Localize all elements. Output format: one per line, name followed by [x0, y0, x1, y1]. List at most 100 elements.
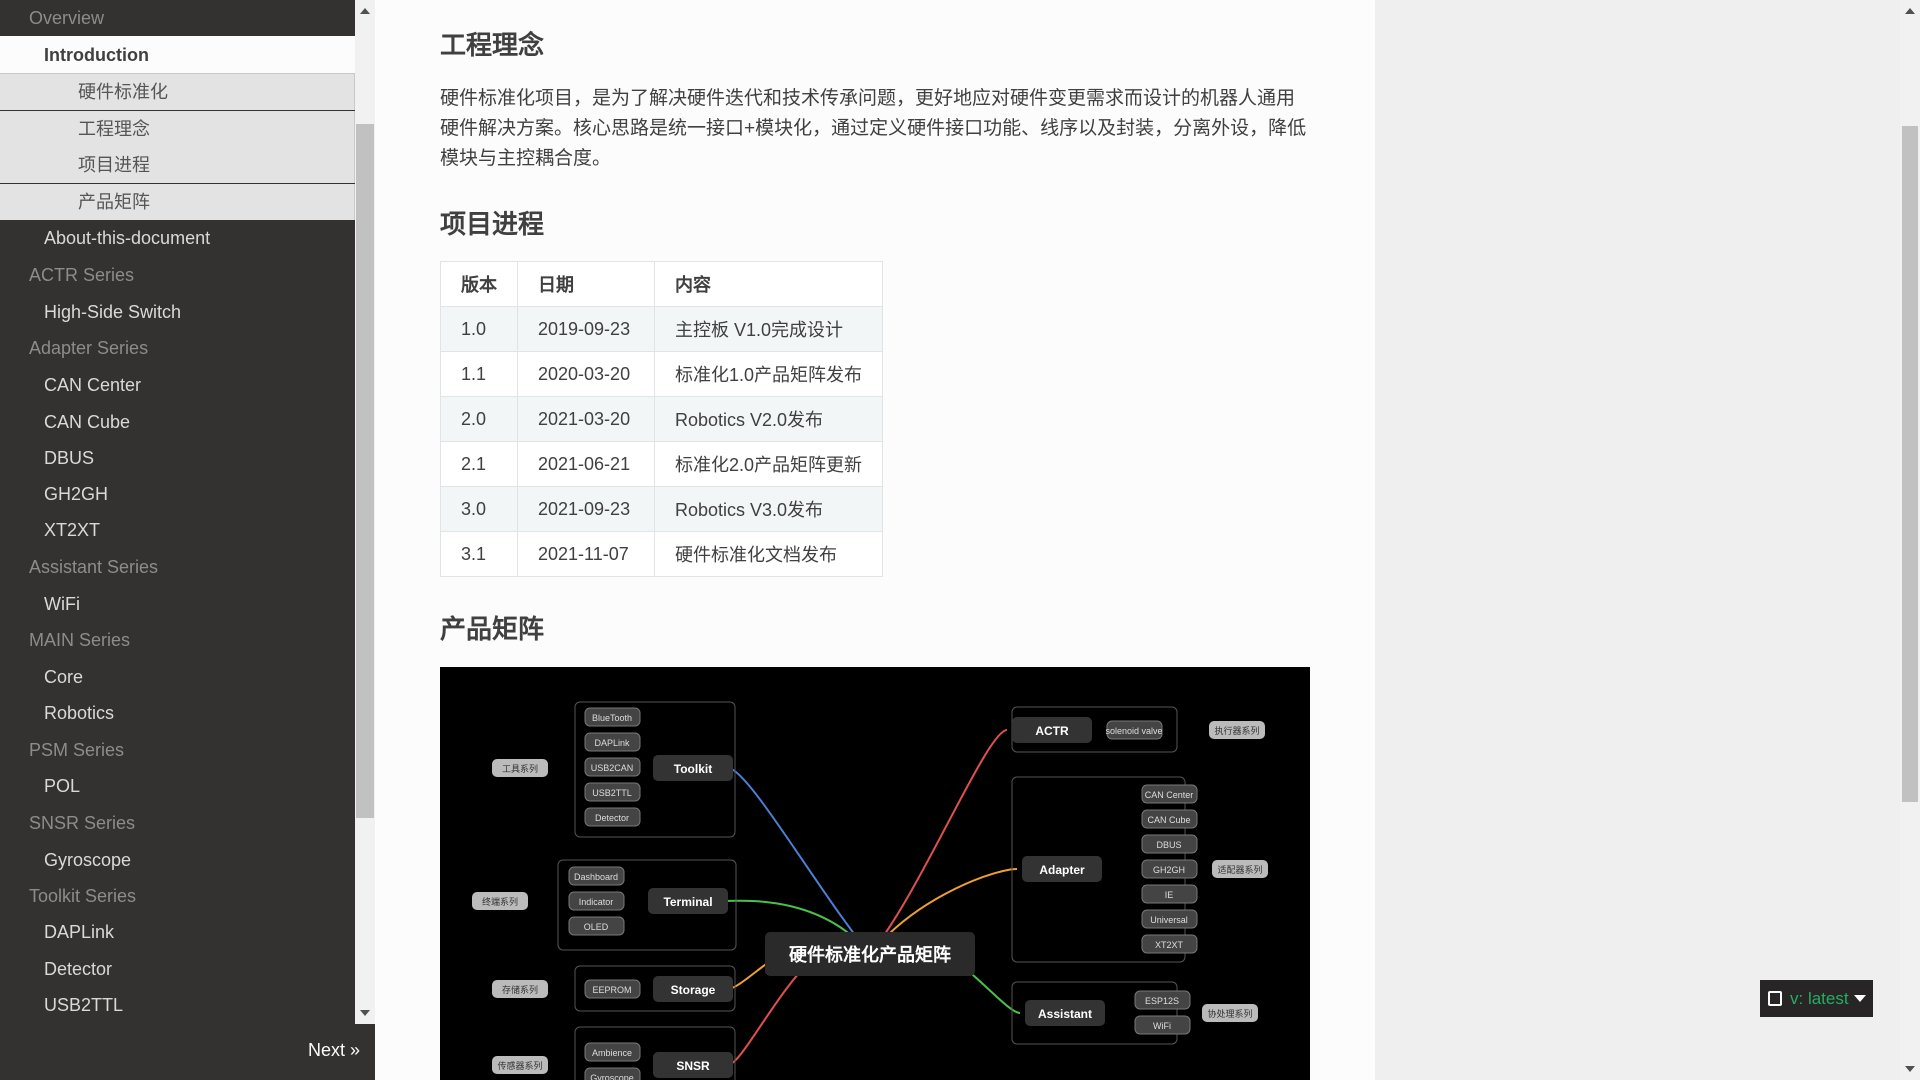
matrix-tag-label: 终端系列: [482, 896, 518, 907]
table-cell: 2.1: [440, 441, 518, 487]
matrix-item-label: BlueTooth: [592, 713, 632, 723]
sidebar-item-robotics[interactable]: Robotics: [0, 695, 355, 731]
table-cell: 2.0: [440, 396, 518, 442]
matrix-hub-label: Storage: [671, 983, 716, 997]
sidebar-item-toolkit-series: Toolkit Series: [29, 886, 137, 906]
matrix-item-label: Universal: [1150, 915, 1188, 925]
sidebar-item-high-side-switch[interactable]: High-Side Switch: [0, 294, 355, 330]
sidebar-item-工程理念[interactable]: 工程理念: [0, 111, 355, 147]
table-cell: 2021-11-07: [517, 531, 655, 577]
version-selector[interactable]: v: latest: [1760, 980, 1873, 1017]
section-title-philosophy: 工程理念: [440, 30, 545, 60]
next-page-link[interactable]: Next »: [308, 1040, 360, 1061]
table-cell: Robotics V2.0发布: [653, 396, 884, 442]
version-label: v: latest: [1790, 989, 1849, 1008]
book-icon: [1768, 991, 1782, 1006]
table-row: 2.1 2021-06-21 标准化2.0产品矩阵更新: [440, 441, 884, 487]
page-scroll-down-arrow[interactable]: [1905, 1066, 1915, 1072]
sidebar-item-xt2xt[interactable]: XT2XT: [0, 512, 355, 548]
sidebar-item-overview: Overview: [29, 8, 105, 28]
table-cell: 2021-06-21: [517, 441, 655, 487]
main-content: 工程理念 硬件标准化项目，是为了解决硬件迭代和技术传承问题，更好地应对硬件变更需…: [375, 0, 1375, 1080]
matrix-hub-label: Assistant: [1038, 1007, 1092, 1021]
sidebar-item-usb2ttl[interactable]: USB2TTL: [0, 987, 355, 1023]
sidebar-item-daplink[interactable]: DAPLink: [0, 914, 355, 950]
sidebar-item-wifi[interactable]: WiFi: [0, 586, 355, 622]
sidebar-item-can-center[interactable]: CAN Center: [0, 367, 355, 403]
sidebar-scroll-down-arrow[interactable]: [360, 1010, 370, 1016]
matrix-tag-label: 存储系列: [502, 984, 538, 995]
matrix-item-label: DAPLink: [594, 738, 630, 748]
table-row: 1.1 2020-03-20 标准化1.0产品矩阵发布: [440, 351, 884, 397]
table-header-version: 版本: [440, 261, 518, 307]
matrix-branch-actr: [869, 729, 1008, 955]
matrix-hub-label: SNSR: [676, 1059, 710, 1073]
sidebar-item-硬件标准化[interactable]: 硬件标准化: [0, 74, 355, 110]
sidebar-item-assistant-series: Assistant Series: [29, 557, 159, 577]
sidebar-item-main-series: MAIN Series: [29, 630, 131, 650]
sidebar-item-项目进程[interactable]: 项目进程: [0, 147, 355, 183]
table-cell: 2019-09-23: [517, 306, 655, 352]
matrix-center-label: 硬件标准化产品矩阵: [789, 944, 951, 965]
matrix-item-label: ESP12S: [1145, 996, 1179, 1006]
matrix-tag-label: 执行器系列: [1214, 725, 1259, 736]
sidebar-item-pol[interactable]: POL: [0, 768, 355, 804]
sidebar-item-gyroscope[interactable]: Gyroscope: [0, 842, 355, 878]
matrix-hub-label: Adapter: [1039, 863, 1085, 877]
sidebar-item-产品矩阵[interactable]: 产品矩阵: [0, 184, 355, 220]
section-title-progress: 项目进程: [440, 209, 545, 239]
page-scroll-up-arrow[interactable]: [1905, 8, 1915, 14]
matrix-item-label: XT2XT: [1155, 940, 1184, 950]
table-cell: 2021-09-23: [517, 486, 655, 532]
section-body-philosophy: 硬件标准化项目，是为了解决硬件迭代和技术传承问题，更好地应对硬件变更需求而设计的…: [440, 88, 1307, 169]
table-cell: 3.1: [440, 531, 518, 577]
table-cell: 硬件标准化文档发布: [653, 531, 884, 577]
table-cell: 主控板 V1.0完成设计: [653, 306, 884, 352]
section-title-matrix: 产品矩阵: [440, 614, 545, 644]
sidebar-item-dbus[interactable]: DBUS: [0, 440, 355, 476]
product-matrix-image: Toolkit 工具系列 BlueTooth DAPLink USB2CAN USB2TT…: [440, 667, 1310, 1080]
sidebar-item-core[interactable]: Core: [0, 659, 355, 695]
matrix-tag-label: 传感器系列: [497, 1060, 542, 1071]
sidebar-item-detector[interactable]: Detector: [0, 951, 355, 987]
matrix-item-label: WiFi: [1153, 1021, 1171, 1031]
caret-down-icon: [1854, 995, 1866, 1002]
matrix-hub-label: Terminal: [663, 895, 712, 909]
right-margin-area: [1375, 0, 1900, 1080]
table-cell: 1.0: [440, 306, 518, 352]
matrix-item-label: CAN Cube: [1147, 815, 1190, 825]
page-scrollbar-thumb[interactable]: [1902, 126, 1918, 802]
sidebar-item-snsr-series: SNSR Series: [29, 813, 136, 833]
matrix-item-label: Gyroscope: [590, 1073, 634, 1080]
sidebar-item-about-this-document[interactable]: About-this-document: [0, 220, 355, 256]
matrix-item-label: solenoid valve: [1105, 726, 1162, 736]
matrix-tag-label: 协处理系列: [1207, 1008, 1252, 1019]
sidebar-scrollbar-thumb[interactable]: [356, 124, 374, 818]
table-row: 3.0 2021-09-23 Robotics V3.0发布: [440, 486, 884, 532]
matrix-tag-label: 工具系列: [502, 763, 538, 774]
matrix-item-label: EEPROM: [592, 985, 631, 995]
matrix-item-label: Indicator: [579, 897, 614, 907]
matrix-item-label: GH2GH: [1153, 865, 1185, 875]
matrix-item-label: DBUS: [1156, 840, 1181, 850]
matrix-branch-toolkit: [727, 767, 871, 955]
matrix-item-label: Ambience: [592, 1048, 632, 1058]
table-cell: 1.1: [440, 351, 518, 397]
table-cell: 3.0: [440, 486, 518, 532]
table-cell: 2021-03-20: [517, 396, 655, 442]
sidebar-nav: Overview Introduction 硬件标准化 工程理念 项目进程 产品矩阵 Abo…: [0, 0, 355, 1024]
sidebar-scroll-up-arrow[interactable]: [360, 8, 370, 14]
sidebar-item-can-cube[interactable]: CAN Cube: [0, 404, 355, 440]
matrix-item-label: USB2CAN: [591, 763, 634, 773]
sidebar-item-actr-series: ACTR Series: [29, 265, 135, 285]
sidebar-footer: Next »: [0, 1024, 375, 1080]
matrix-item-label: Detector: [595, 813, 629, 823]
matrix-hub-label: Toolkit: [674, 762, 712, 776]
product-matrix-diagram: Toolkit 工具系列 BlueTooth DAPLink USB2CAN USB2TT…: [472, 701, 1268, 1080]
table-header-row: 版本 日期 内容: [440, 261, 884, 307]
table-row: 3.1 2021-11-07 硬件标准化文档发布: [440, 531, 884, 577]
table-row: 2.0 2021-03-20 Robotics V2.0发布: [440, 396, 884, 442]
matrix-tag-label: 适配器系列: [1217, 864, 1262, 875]
sidebar-item-introduction[interactable]: Introduction: [0, 36, 355, 74]
sidebar-item-gh2gh[interactable]: GH2GH: [0, 476, 355, 512]
